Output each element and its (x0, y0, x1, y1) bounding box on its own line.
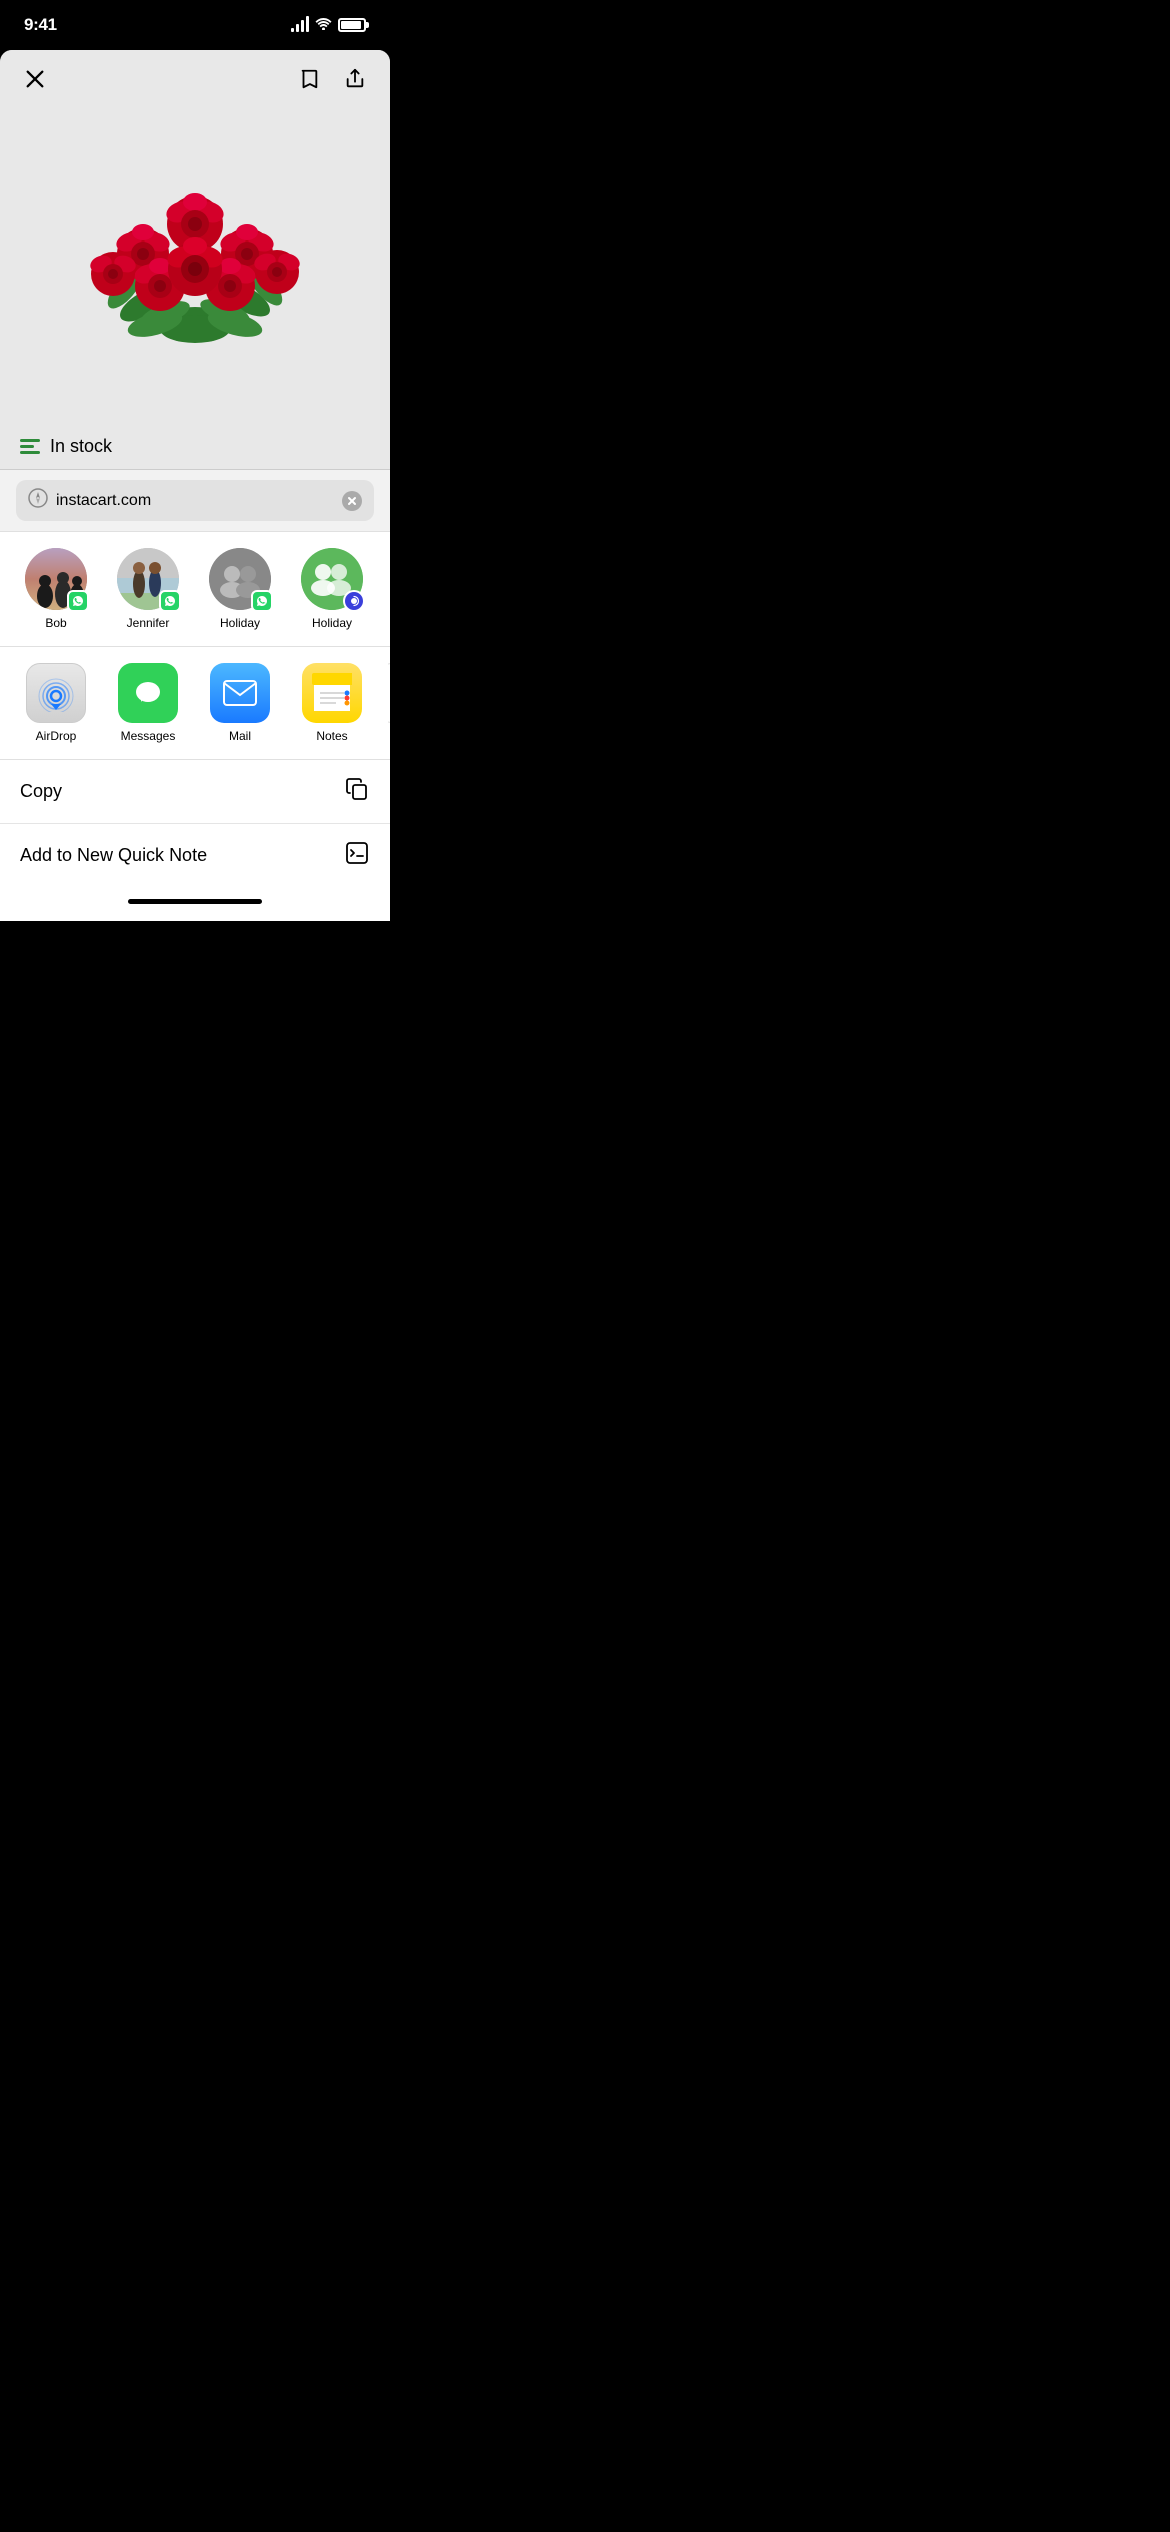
url-text: instacart.com (56, 492, 334, 510)
apps-section: AirDrop Messages (0, 647, 390, 760)
contact-holiday2-name: Holiday (312, 616, 352, 630)
home-bar (128, 899, 262, 904)
bookmark-button[interactable] (294, 64, 324, 94)
in-stock-text: In stock (50, 436, 112, 457)
home-indicator (0, 887, 390, 921)
mail-icon (210, 663, 270, 723)
contact-holiday1-name: Holiday (220, 616, 260, 630)
url-bar: instacart.com (16, 480, 374, 521)
share-button[interactable] (340, 64, 370, 94)
contact-holiday-2[interactable]: Holiday (296, 548, 368, 630)
signal-badge-holiday2 (343, 590, 365, 612)
messages-label: Messages (121, 729, 176, 743)
whatsapp-badge-jennifer (159, 590, 181, 612)
airdrop-icon (26, 663, 86, 723)
contact-holiday-1-avatar (209, 548, 271, 610)
quick-note-icon (344, 840, 370, 871)
copy-icon (344, 776, 370, 807)
app-reminders[interactable]: Re... (388, 663, 390, 743)
reminders-icon (388, 663, 390, 723)
in-stock-icon (20, 439, 40, 454)
contact-bob-avatar (25, 548, 87, 610)
contact-bob-name: Bob (45, 616, 66, 630)
app-notes[interactable]: Notes (296, 663, 368, 743)
apps-scroll: AirDrop Messages (0, 663, 390, 743)
contact-jennifer-name: Jennifer (127, 616, 170, 630)
share-sheet: instacart.com (0, 470, 390, 921)
contacts-scroll: Bob (0, 548, 390, 630)
whatsapp-badge-bob (67, 590, 89, 612)
in-stock-bar: In stock (0, 424, 390, 470)
battery-icon (338, 18, 366, 32)
app-mail[interactable]: Mail (204, 663, 276, 743)
messages-icon (118, 663, 178, 723)
notes-label: Notes (316, 729, 347, 743)
contacts-section: Bob (0, 532, 390, 647)
contact-jennifer-avatar (117, 548, 179, 610)
product-image-area (0, 104, 390, 424)
actions-section: Copy Add to New Quick Note (0, 760, 390, 887)
browser-toolbar (0, 50, 390, 104)
status-time: 9:41 (24, 15, 57, 35)
wifi-icon (315, 17, 332, 33)
mail-label: Mail (229, 729, 251, 743)
browser-view: In stock (0, 50, 390, 470)
signal-icon (291, 18, 309, 32)
copy-label: Copy (20, 781, 62, 802)
copy-action[interactable]: Copy (0, 760, 390, 824)
url-bar-container: instacart.com (0, 470, 390, 532)
product-image (55, 114, 335, 374)
contact-jennifer[interactable]: Jennifer (112, 548, 184, 630)
airdrop-label: AirDrop (36, 729, 77, 743)
whatsapp-badge-holiday1 (251, 590, 273, 612)
notes-icon (302, 663, 362, 723)
close-button[interactable] (20, 64, 50, 94)
compass-icon (28, 488, 48, 513)
contact-holiday-2-avatar (301, 548, 363, 610)
quick-note-label: Add to New Quick Note (20, 845, 207, 866)
contact-bob[interactable]: Bob (20, 548, 92, 630)
status-bar: 9:41 (0, 0, 390, 50)
url-clear-button[interactable] (342, 491, 362, 511)
contact-holiday-1[interactable]: Holiday (204, 548, 276, 630)
status-icons (291, 17, 366, 33)
quick-note-action[interactable]: Add to New Quick Note (0, 824, 390, 887)
app-airdrop[interactable]: AirDrop (20, 663, 92, 743)
app-messages[interactable]: Messages (112, 663, 184, 743)
